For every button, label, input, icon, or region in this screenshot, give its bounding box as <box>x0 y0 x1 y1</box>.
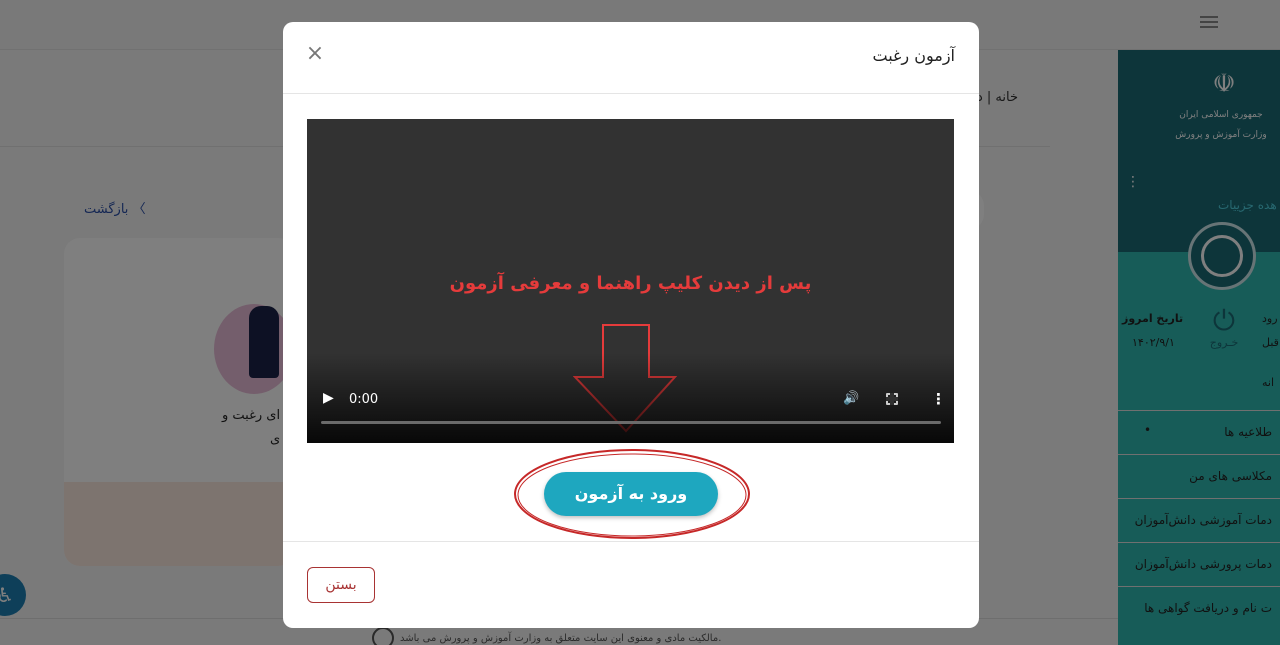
interest-test-modal: آزمون رغبت × پس از دیدن کلیپ راهنما و مع… <box>283 22 979 628</box>
modal-title: آزمون رغبت <box>872 46 955 65</box>
modal-header: آزمون رغبت × <box>283 22 979 94</box>
modal-footer-divider <box>283 541 979 542</box>
enter-test-button[interactable]: ورود به آزمون <box>544 472 718 516</box>
close-button[interactable]: بستن <box>307 567 375 603</box>
play-icon[interactable]: ▶ <box>323 391 335 405</box>
video-caption: پس از دیدن کلیپ راهنما و معرفی آزمون <box>449 273 812 294</box>
fullscreen-icon[interactable] <box>886 393 898 405</box>
video-progress-bar[interactable] <box>321 421 941 424</box>
volume-icon[interactable]: 🔊 <box>843 391 859 406</box>
close-icon[interactable]: × <box>305 42 325 66</box>
video-time: 0:00 <box>349 392 379 407</box>
video-player[interactable]: پس از دیدن کلیپ راهنما و معرفی آزمون ▶ 0… <box>307 119 954 443</box>
more-options-icon[interactable]: ⋮ <box>931 390 946 408</box>
